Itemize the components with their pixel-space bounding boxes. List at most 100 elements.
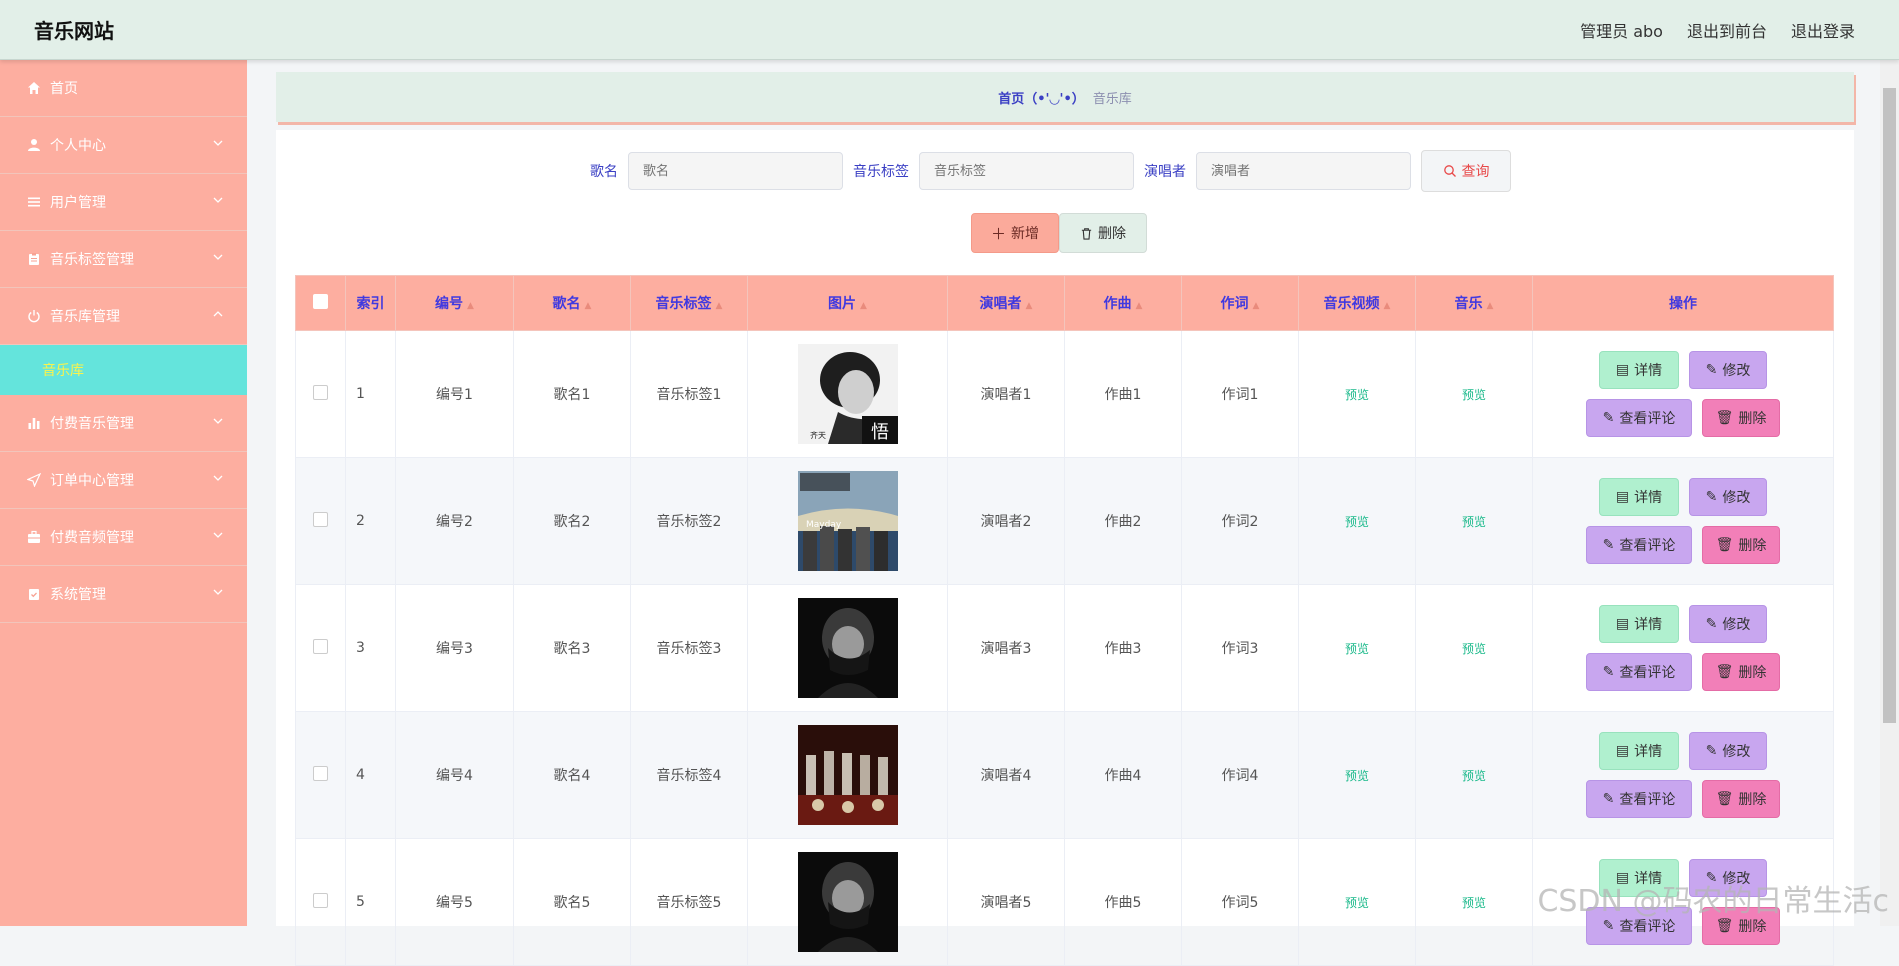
video-preview-link[interactable]: 预览 bbox=[1345, 896, 1369, 910]
row-checkbox[interactable] bbox=[313, 765, 328, 781]
detail-button[interactable]: ▤ 详情 bbox=[1599, 605, 1679, 643]
edit-label: 修改 bbox=[1722, 490, 1751, 506]
view-reviews-button[interactable]: ✎ 查看评论 bbox=[1586, 399, 1692, 437]
col-image[interactable]: 图片 ▲ bbox=[747, 275, 948, 331]
query-button[interactable]: 查询 bbox=[1421, 150, 1511, 192]
delete-row-button[interactable]: 🗑 删除 bbox=[1702, 526, 1780, 564]
send-icon bbox=[26, 472, 42, 488]
detail-button[interactable]: ▤ 详情 bbox=[1599, 859, 1679, 897]
album-cover-image[interactable]: 悟 齐天 bbox=[797, 344, 898, 444]
music-preview-link[interactable]: 预览 bbox=[1462, 769, 1486, 783]
action-buttons: ＋ 新增 删除 bbox=[971, 213, 1147, 253]
song-name-input[interactable] bbox=[628, 152, 843, 190]
delete-row-button[interactable]: 🗑 删除 bbox=[1702, 780, 1780, 818]
view-reviews-button[interactable]: ✎ 查看评论 bbox=[1586, 780, 1692, 818]
cell-image bbox=[747, 584, 948, 712]
music-preview-link[interactable]: 预览 bbox=[1462, 642, 1486, 656]
view-reviews-button[interactable]: ✎ 查看评论 bbox=[1586, 907, 1692, 945]
delete-row-button[interactable]: 🗑 删除 bbox=[1702, 399, 1780, 437]
singer-input[interactable] bbox=[1196, 152, 1411, 190]
select-all-checkbox[interactable] bbox=[313, 293, 328, 309]
album-cover-image[interactable] bbox=[797, 852, 898, 952]
sidebar-item-music-library-mgmt[interactable]: 音乐库管理 bbox=[0, 288, 247, 345]
trash-icon: 🗑 bbox=[1715, 664, 1734, 680]
sort-icon[interactable]: ▲ bbox=[1487, 301, 1494, 311]
sidebar-item-paid-audio[interactable]: 付费音频管理 bbox=[0, 509, 247, 566]
sidebar-item-system[interactable]: 系统管理 bbox=[0, 566, 247, 623]
col-music[interactable]: 音乐 ▲ bbox=[1415, 275, 1533, 331]
music-preview-link[interactable]: 预览 bbox=[1462, 388, 1486, 402]
pencil-icon: ✎ bbox=[1705, 362, 1718, 378]
album-cover-image[interactable]: Mayday bbox=[797, 471, 898, 571]
sort-icon[interactable]: ▲ bbox=[716, 301, 723, 311]
view-reviews-button[interactable]: ✎ 查看评论 bbox=[1586, 653, 1692, 691]
vertical-scrollbar[interactable] bbox=[1880, 60, 1899, 926]
sort-icon[interactable]: ▲ bbox=[467, 301, 474, 311]
admin-user-link[interactable]: 管理员 abo bbox=[1580, 18, 1663, 42]
add-button[interactable]: ＋ 新增 bbox=[971, 213, 1059, 253]
col-code[interactable]: 编号 ▲ bbox=[395, 275, 514, 331]
col-video[interactable]: 音乐视频 ▲ bbox=[1298, 275, 1416, 331]
edit-button[interactable]: ✎ 修改 bbox=[1689, 732, 1767, 770]
row-checkbox[interactable] bbox=[313, 638, 328, 654]
batch-delete-button[interactable]: 删除 bbox=[1059, 213, 1147, 253]
sort-icon[interactable]: ▲ bbox=[1026, 301, 1033, 311]
exit-to-front-link[interactable]: 退出到前台 bbox=[1687, 18, 1767, 42]
music-preview-link[interactable]: 预览 bbox=[1462, 515, 1486, 529]
row-checkbox[interactable] bbox=[313, 892, 328, 908]
video-preview-link[interactable]: 预览 bbox=[1345, 388, 1369, 402]
music-preview-link[interactable]: 预览 bbox=[1462, 896, 1486, 910]
delete-row-button[interactable]: 🗑 删除 bbox=[1702, 907, 1780, 945]
cell-music: 预览 bbox=[1415, 711, 1533, 839]
sidebar-item-users[interactable]: 用户管理 bbox=[0, 174, 247, 231]
cell-music: 预览 bbox=[1415, 584, 1533, 712]
detail-label: 详情 bbox=[1634, 617, 1663, 633]
sidebar-item-personal[interactable]: 个人中心 bbox=[0, 117, 247, 174]
cell-composer: 作曲2 bbox=[1064, 457, 1182, 585]
sidebar-item-label: 音乐标签管理 bbox=[50, 252, 134, 268]
sidebar-item-music-tags[interactable]: 音乐标签管理 bbox=[0, 231, 247, 288]
album-cover-image[interactable] bbox=[797, 598, 898, 698]
sidebar-item-home[interactable]: 首页 bbox=[0, 60, 247, 117]
scrollbar-thumb[interactable] bbox=[1883, 88, 1896, 723]
search-bar: 歌名 音乐标签 演唱者 查询 bbox=[590, 150, 1511, 192]
row-checkbox[interactable] bbox=[313, 384, 328, 400]
logout-link[interactable]: 退出登录 bbox=[1791, 18, 1855, 42]
sort-icon[interactable]: ▲ bbox=[585, 301, 592, 311]
sort-icon[interactable]: ▲ bbox=[1253, 301, 1260, 311]
chevron-up-icon bbox=[213, 311, 223, 317]
music-tag-input[interactable] bbox=[919, 152, 1134, 190]
delete-row-button[interactable]: 🗑 删除 bbox=[1702, 653, 1780, 691]
sidebar-item-paid-music[interactable]: 付费音乐管理 bbox=[0, 395, 247, 452]
detail-button[interactable]: ▤ 详情 bbox=[1599, 732, 1679, 770]
video-preview-link[interactable]: 预览 bbox=[1345, 515, 1369, 529]
album-cover-image[interactable] bbox=[797, 725, 898, 825]
view-reviews-button[interactable]: ✎ 查看评论 bbox=[1586, 526, 1692, 564]
video-preview-link[interactable]: 预览 bbox=[1345, 642, 1369, 656]
sidebar-item-orders[interactable]: 订单中心管理 bbox=[0, 452, 247, 509]
breadcrumb-home[interactable]: 首页（•'◡'•） bbox=[998, 88, 1085, 107]
cell-code: 编号3 bbox=[395, 584, 514, 712]
col-tag[interactable]: 音乐标签 ▲ bbox=[630, 275, 748, 331]
col-singer[interactable]: 演唱者 ▲ bbox=[947, 275, 1065, 331]
review-label: 查看评论 bbox=[1619, 411, 1676, 427]
cell-code: 编号2 bbox=[395, 457, 514, 585]
sort-icon[interactable]: ▲ bbox=[1384, 301, 1391, 311]
edit-button[interactable]: ✎ 修改 bbox=[1689, 478, 1767, 516]
chevron-down-icon bbox=[213, 532, 223, 538]
edit-button[interactable]: ✎ 修改 bbox=[1689, 351, 1767, 389]
edit-button[interactable]: ✎ 修改 bbox=[1689, 859, 1767, 897]
detail-button[interactable]: ▤ 详情 bbox=[1599, 351, 1679, 389]
col-composer[interactable]: 作曲 ▲ bbox=[1064, 275, 1182, 331]
sort-icon[interactable]: ▲ bbox=[1136, 301, 1143, 311]
sort-icon[interactable]: ▲ bbox=[860, 301, 867, 311]
add-button-label: 新增 bbox=[1011, 226, 1039, 242]
clipboard-icon bbox=[26, 251, 42, 267]
detail-button[interactable]: ▤ 详情 bbox=[1599, 478, 1679, 516]
col-lyricist[interactable]: 作词 ▲ bbox=[1181, 275, 1299, 331]
sidebar-subitem-music-library[interactable]: 音乐库 bbox=[0, 345, 247, 395]
video-preview-link[interactable]: 预览 bbox=[1345, 769, 1369, 783]
col-name[interactable]: 歌名 ▲ bbox=[513, 275, 631, 331]
row-checkbox[interactable] bbox=[313, 511, 328, 527]
edit-button[interactable]: ✎ 修改 bbox=[1689, 605, 1767, 643]
